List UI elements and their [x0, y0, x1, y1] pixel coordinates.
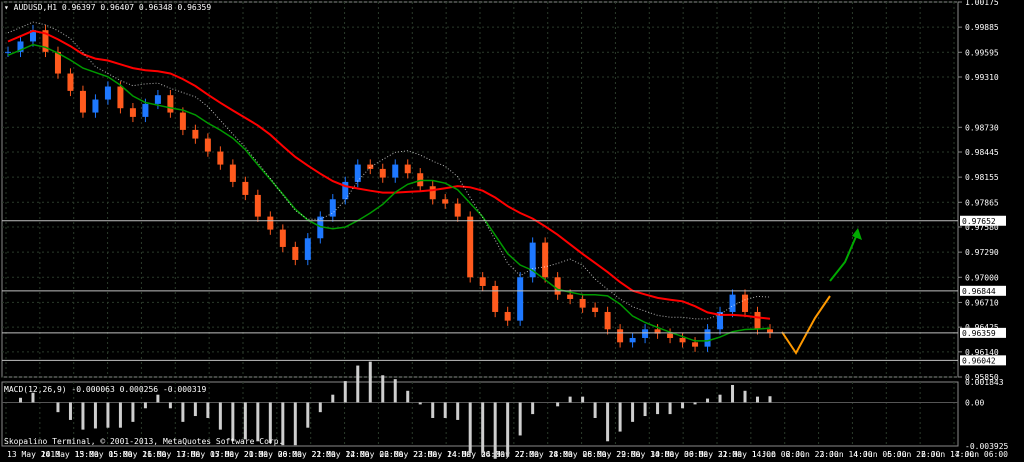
candle-body	[592, 307, 599, 312]
candle-body	[617, 329, 624, 343]
price-scale-label: 0.96710	[965, 298, 999, 307]
candle-body	[292, 246, 299, 260]
candle-body	[142, 103, 149, 117]
macd-label: MACD(12,26,9) -0.000063 0.000256 -0.0003…	[4, 385, 207, 394]
candle-body	[517, 277, 524, 321]
candle-body	[192, 129, 199, 139]
candle-body	[692, 342, 699, 347]
price-scale-label: 0.98155	[965, 173, 999, 182]
candle-body	[567, 294, 574, 299]
chart-window: 1.00175 0.99885 0.99595 0.99310 0.98730 0.984…	[0, 0, 1024, 462]
candle-body	[254, 194, 261, 217]
price-scale-label: 0.97290	[965, 248, 999, 257]
candle-body	[5, 51, 11, 53]
candle-body	[129, 108, 136, 117]
arrow-head-icon	[852, 228, 862, 240]
macd-scale-label: 0.00	[965, 398, 984, 407]
candle-body	[642, 329, 649, 338]
candle-body	[179, 112, 186, 130]
price-scale-label: 0.97865	[965, 198, 999, 207]
candle-body	[667, 333, 674, 338]
candle-body	[242, 181, 249, 195]
candle-body	[267, 216, 274, 230]
candle-body	[404, 164, 411, 174]
candle-body	[67, 73, 74, 91]
candle-body	[442, 199, 449, 204]
macd-scale-label: 0.001843	[965, 378, 1004, 387]
price-scale-label: 0.98445	[965, 148, 999, 157]
candle-body	[604, 311, 611, 330]
candle-body	[279, 229, 286, 247]
candle-body	[392, 164, 399, 178]
candle-body	[379, 168, 386, 178]
candle-body	[229, 164, 236, 182]
candle-body	[154, 95, 161, 104]
copyright-text: Skopalino Terminal, © 2001-2013, MetaQuo…	[4, 437, 284, 446]
candle-body	[304, 238, 311, 260]
candle-body	[429, 186, 436, 200]
ohlc-label: 0.96397 0.96407 0.96348 0.96359	[61, 3, 212, 12]
candle-body	[117, 86, 124, 109]
candle-body	[554, 277, 561, 295]
price-scale-label: 0.97000	[965, 273, 999, 282]
price-scale-label: 1.00175	[965, 0, 999, 7]
orange-projection	[781, 295, 831, 355]
macd-scale-label: -0.003925	[965, 442, 1009, 451]
price-scale-label: 0.99595	[965, 48, 999, 57]
price-level-label: 0.96042	[962, 356, 996, 365]
candle-body	[742, 294, 749, 312]
candle-body	[704, 329, 711, 347]
cloud-span	[7, 21, 771, 320]
candle-body	[479, 277, 486, 286]
price-scale-label: 0.99885	[965, 23, 999, 32]
candle-body	[579, 298, 586, 308]
green-projection	[829, 231, 859, 282]
candle-body	[167, 95, 174, 113]
symbol-label: AUDUSD,H1	[13, 3, 58, 12]
price-scale-label: 0.98730	[965, 123, 999, 132]
candle-body	[329, 199, 336, 217]
candle-body	[629, 337, 636, 343]
candle-body	[679, 337, 686, 343]
candle-body	[217, 151, 224, 165]
time-label: 7 Jun 06:00	[955, 450, 1008, 459]
candle-body	[754, 311, 761, 330]
candle-body	[454, 203, 461, 217]
price-scale-label: 0.99310	[965, 73, 999, 82]
candle-body	[542, 242, 549, 278]
candle-body	[467, 216, 474, 278]
price-level-label: 0.96844	[962, 287, 996, 296]
chart-header: ▾ AUDUSD,H1 0.96397 0.96407 0.96348 0.96…	[4, 3, 211, 12]
candle-body	[492, 285, 499, 312]
price-level-label: 0.96359	[962, 329, 996, 338]
price-level-label: 0.97652	[962, 217, 996, 226]
candle-body	[104, 86, 111, 100]
candle-body	[92, 99, 99, 113]
dropdown-icon[interactable]: ▾	[4, 3, 9, 12]
candle-body	[504, 311, 511, 321]
candle-body	[367, 164, 374, 169]
candle-body	[204, 138, 211, 152]
candle-body	[79, 90, 86, 113]
red-moving-average	[7, 29, 771, 320]
candle-body	[767, 329, 773, 333]
candle-body	[729, 294, 736, 312]
candle-body	[417, 173, 424, 187]
